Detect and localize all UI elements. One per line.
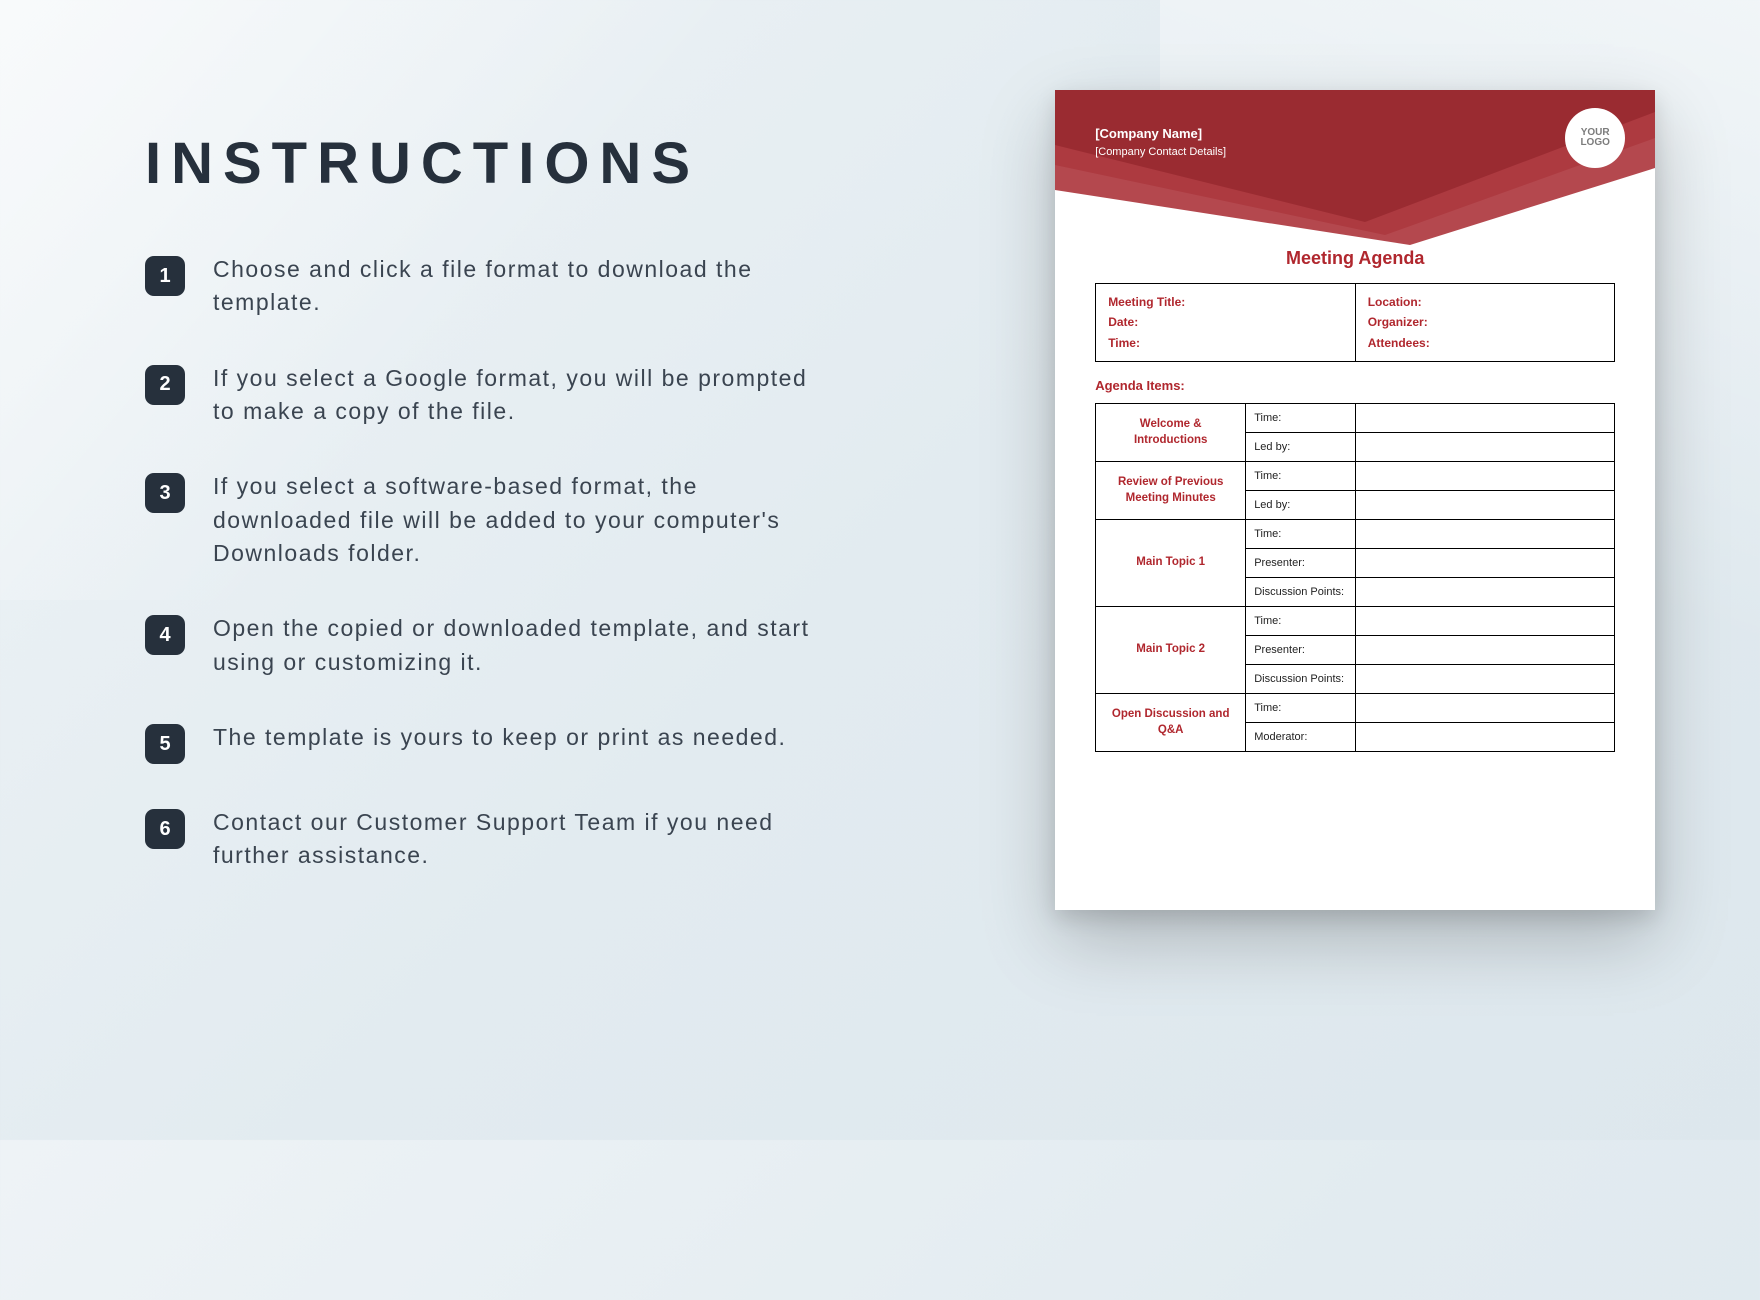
agenda-field-label: Discussion Points: [1246, 665, 1356, 694]
agenda-field-label: Led by: [1246, 433, 1356, 462]
agenda-field-label: Presenter: [1246, 549, 1356, 578]
agenda-field-value [1356, 491, 1615, 520]
agenda-field-value [1356, 636, 1615, 665]
table-row: Main Topic 1Time: [1096, 520, 1615, 549]
company-contact: [Company Contact Details] [1095, 144, 1226, 161]
agenda-field-label: Time: [1246, 520, 1356, 549]
instructions-title: INSTRUCTIONS [145, 130, 910, 197]
agenda-field-label: Led by: [1246, 491, 1356, 520]
agenda-topic: Main Topic 1 [1096, 520, 1246, 607]
company-name: [Company Name] [1095, 124, 1226, 144]
table-row: Open Discussion and Q&ATime: [1096, 694, 1615, 723]
agenda-field-value [1356, 433, 1615, 462]
meta-time: Time: [1108, 333, 1343, 353]
meta-location: Location: [1368, 292, 1603, 312]
step-number-badge: 3 [145, 473, 185, 513]
table-row: Review of Previous Meeting MinutesTime: [1096, 462, 1615, 491]
step-text: If you select a software-based format, t… [213, 470, 813, 570]
logo-placeholder: YOUR LOGO [1565, 108, 1625, 168]
step-text: Contact our Customer Support Team if you… [213, 806, 813, 873]
agenda-table: Welcome & IntroductionsTime:Led by:Revie… [1095, 403, 1615, 752]
agenda-field-label: Time: [1246, 462, 1356, 491]
meta-organizer: Organizer: [1368, 312, 1603, 332]
meeting-meta: Meeting Title: Date: Time: Location: Org… [1095, 283, 1615, 362]
agenda-items-label: Agenda Items: [1095, 378, 1615, 393]
agenda-field-label: Presenter: [1246, 636, 1356, 665]
meta-right: Location: Organizer: Attendees: [1356, 284, 1615, 361]
agenda-field-label: Time: [1246, 607, 1356, 636]
instructions-panel: INSTRUCTIONS 1 Choose and click a file fo… [0, 0, 950, 915]
agenda-field-value [1356, 665, 1615, 694]
instruction-step: 3 If you select a software-based format, … [145, 470, 910, 570]
instruction-step: 2 If you select a Google format, you will… [145, 362, 910, 429]
agenda-field-value [1356, 607, 1615, 636]
agenda-field-value [1356, 462, 1615, 491]
agenda-topic: Review of Previous Meeting Minutes [1096, 462, 1246, 520]
agenda-field-value [1356, 723, 1615, 752]
logo-text-bottom: LOGO [1580, 138, 1609, 149]
instruction-step: 4 Open the copied or downloaded template,… [145, 612, 910, 679]
step-text: If you select a Google format, you will … [213, 362, 813, 429]
agenda-field-label: Time: [1246, 694, 1356, 723]
agenda-topic: Welcome & Introductions [1096, 404, 1246, 462]
document-header: [Company Name] [Company Contact Details]… [1055, 90, 1655, 242]
instruction-step: 6 Contact our Customer Support Team if yo… [145, 806, 910, 873]
agenda-field-label: Time: [1246, 404, 1356, 433]
company-block: [Company Name] [Company Contact Details] [1095, 124, 1226, 160]
agenda-field-label: Moderator: [1246, 723, 1356, 752]
step-number-badge: 5 [145, 724, 185, 764]
step-text: The template is yours to keep or print a… [213, 721, 786, 754]
step-number-badge: 4 [145, 615, 185, 655]
agenda-topic: Main Topic 2 [1096, 607, 1246, 694]
agenda-field-value [1356, 694, 1615, 723]
table-row: Welcome & IntroductionsTime: [1096, 404, 1615, 433]
meta-left: Meeting Title: Date: Time: [1096, 284, 1356, 361]
meta-date: Date: [1108, 312, 1343, 332]
agenda-topic: Open Discussion and Q&A [1096, 694, 1246, 752]
document-body: Meeting Agenda Meeting Title: Date: Time… [1055, 248, 1655, 782]
preview-panel: [Company Name] [Company Contact Details]… [950, 0, 1760, 910]
step-number-badge: 2 [145, 365, 185, 405]
step-text: Open the copied or downloaded template, … [213, 612, 813, 679]
instruction-step: 5 The template is yours to keep or print … [145, 721, 910, 764]
agenda-field-value [1356, 549, 1615, 578]
agenda-field-value [1356, 578, 1615, 607]
agenda-field-label: Discussion Points: [1246, 578, 1356, 607]
step-number-badge: 6 [145, 809, 185, 849]
document-preview: [Company Name] [Company Contact Details]… [1055, 90, 1655, 910]
agenda-field-value [1356, 404, 1615, 433]
header-graphic [1055, 90, 1655, 260]
step-number-badge: 1 [145, 256, 185, 296]
table-row: Main Topic 2Time: [1096, 607, 1615, 636]
step-text: Choose and click a file format to downlo… [213, 253, 813, 320]
meta-attendees: Attendees: [1368, 333, 1603, 353]
agenda-field-value [1356, 520, 1615, 549]
instruction-step: 1 Choose and click a file format to downl… [145, 253, 910, 320]
meta-meeting-title: Meeting Title: [1108, 292, 1343, 312]
